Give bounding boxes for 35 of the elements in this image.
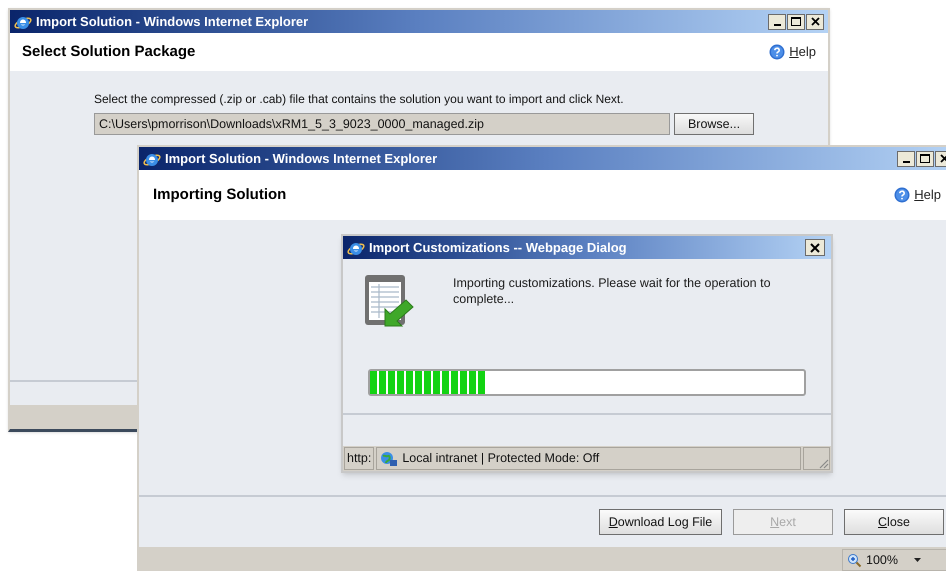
- browse-button[interactable]: Browse...: [674, 113, 754, 135]
- file-path-field[interactable]: C:\Users\pmorrison\Downloads\xRM1_5_3_9023_0000_managed.zip: [94, 113, 670, 135]
- window-title: Import Customizations -- Webpage Dialog: [369, 238, 628, 257]
- maximize-button[interactable]: [787, 14, 805, 30]
- globe-icon: [380, 450, 398, 466]
- maximize-icon: [920, 154, 930, 163]
- minimize-icon: [902, 160, 910, 162]
- dropdown-caret-icon: [914, 558, 921, 562]
- resize-grip-icon: [817, 457, 829, 469]
- page-heading: Select Solution Package: [22, 42, 196, 62]
- dialog-button[interactable]: Close: [844, 509, 944, 535]
- close-icon: [940, 154, 946, 163]
- page-heading: Importing Solution: [153, 184, 286, 205]
- window-title: Import Solution - Windows Internet Explorer: [165, 150, 438, 168]
- close-button[interactable]: [805, 239, 825, 256]
- instruction-text: Select the compressed (.zip or .cab) file that contains the solution you want to import and click Next.: [94, 91, 625, 108]
- minimize-icon: [774, 24, 780, 26]
- close-icon: [810, 242, 820, 252]
- zoom-control[interactable]: 100%: [842, 549, 946, 571]
- help-icon: [769, 44, 786, 60]
- close-icon: [810, 17, 820, 26]
- zoom-icon: [847, 552, 862, 568]
- dialog-button[interactable]: Download Log File: [599, 509, 722, 535]
- maximize-button[interactable]: [916, 150, 934, 166]
- security-zone-panel: Local intranet | Protected Mode: Off: [376, 447, 801, 470]
- help-icon: [894, 187, 910, 203]
- status-message: Importing customizations. Please wait for the operation to complete...: [453, 275, 772, 308]
- maximize-icon: [791, 17, 801, 26]
- status-protocol: http:: [344, 447, 374, 470]
- window-title: Import Solution - Windows Internet Explorer: [36, 12, 310, 31]
- help-link[interactable]: Help: [789, 42, 816, 62]
- minimize-button[interactable]: [768, 14, 786, 30]
- close-button[interactable]: [806, 14, 824, 30]
- help-link[interactable]: Help: [914, 185, 941, 205]
- minimize-button[interactable]: [897, 150, 915, 166]
